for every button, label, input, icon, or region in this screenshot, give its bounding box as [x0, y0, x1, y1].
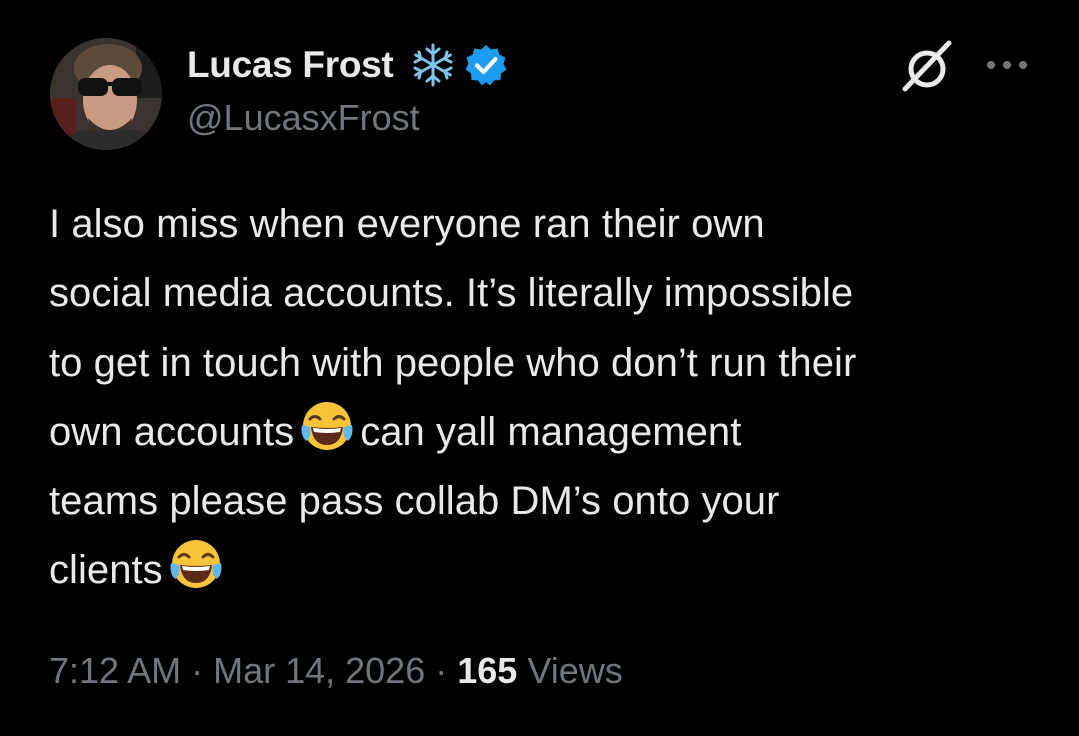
snowflake-icon: [409, 41, 457, 89]
tweet-text-line: own accounts can yall management: [49, 398, 1049, 467]
views-label: Views: [527, 650, 623, 691]
avatar[interactable]: [50, 38, 162, 150]
tweet-meta: 7:12 AM · Mar 14, 2026 · 165 Views: [49, 650, 623, 692]
more-options-icon[interactable]: [981, 50, 1033, 80]
views-count[interactable]: 165: [457, 650, 517, 691]
tweet-time[interactable]: 7:12 AM: [49, 650, 181, 691]
tweet-text-line: to get in touch with people who don’t ru…: [49, 340, 857, 385]
tears-of-joy-emoji-icon: [167, 537, 225, 595]
tweet-text-segment: clients: [49, 548, 163, 593]
meta-separator: ·: [435, 650, 448, 691]
grok-icon[interactable]: [897, 37, 957, 97]
tweet-text-segment: own accounts: [49, 409, 295, 454]
tweet-text: I also miss when everyone ran their own …: [49, 190, 1049, 606]
tweet-text-line: I also miss when everyone ran their own: [49, 202, 765, 246]
avatar-photo: [50, 38, 162, 150]
tweet-text-line: social media accounts. It’s literally im…: [49, 271, 854, 316]
tweet-text-line: teams please pass collab DM’s onto your: [49, 479, 780, 524]
tweet-text-segment: can yall management: [360, 409, 742, 454]
verified-badge-icon[interactable]: [463, 42, 509, 88]
tears-of-joy-emoji-icon: [298, 399, 356, 457]
author-handle[interactable]: @LucasxFrost: [187, 97, 420, 139]
author-name-row: Lucas Frost: [187, 40, 509, 90]
meta-separator: ·: [191, 650, 204, 691]
tweet-text-line: clients: [49, 536, 1049, 605]
tweet-date[interactable]: Mar 14, 2026: [213, 650, 425, 691]
author-display-name[interactable]: Lucas Frost: [187, 44, 394, 86]
